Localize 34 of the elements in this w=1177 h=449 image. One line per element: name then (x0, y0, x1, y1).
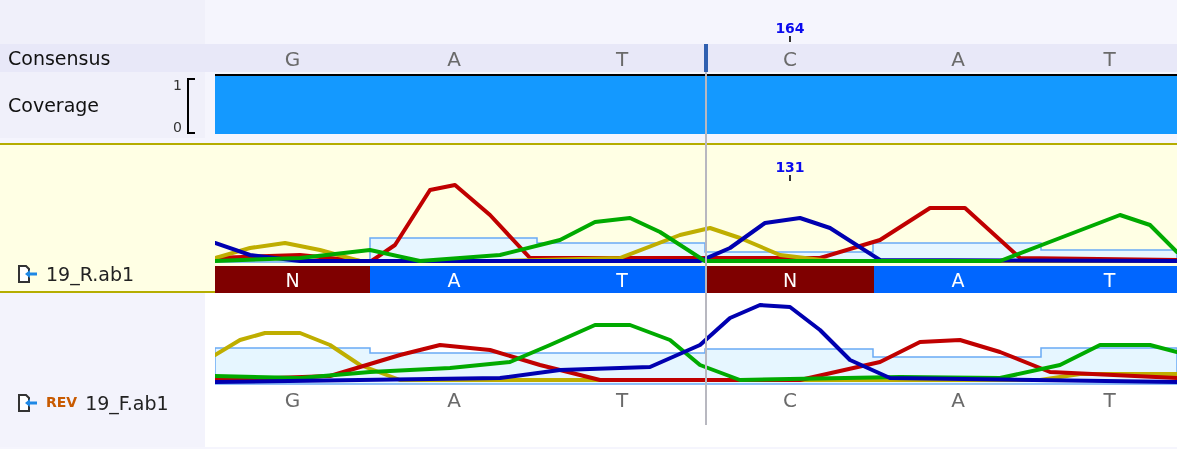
base-letter: A (951, 387, 965, 414)
file-name: 19_F.ab1 (85, 390, 169, 417)
position-label: 131 (775, 159, 805, 175)
axis-label: 0 (173, 120, 182, 134)
file-name: 19_R.ab1 (46, 261, 135, 288)
base-letter: A (447, 46, 461, 73)
file-arrow-icon (18, 265, 38, 283)
base-letter: T (1103, 46, 1116, 73)
base-letter: C (783, 46, 797, 73)
base-call: T (1042, 266, 1177, 295)
base-letter: T (615, 46, 629, 73)
track-label: Consensus (8, 45, 111, 71)
file-arrow-icon (18, 394, 38, 412)
base-letter: G (284, 46, 301, 73)
position-label: 164 (775, 20, 805, 36)
track-label: Coverage (8, 92, 100, 118)
read-row[interactable]: 19_R.ab1 131 N A T N A T (0, 143, 1177, 293)
base-letter: G (284, 387, 301, 414)
base-letter: A (951, 46, 965, 73)
base-call: T (538, 266, 706, 295)
base-letter: T (1103, 387, 1116, 414)
base-letter: T (615, 387, 629, 414)
axis-label: 1 (173, 78, 182, 92)
axis-bracket (187, 78, 195, 134)
base-call: N (215, 266, 370, 295)
base-letter: A (447, 387, 461, 414)
base-letter: C (783, 387, 797, 414)
tick-mark (789, 36, 791, 42)
tick-mark (789, 175, 791, 181)
direction-tag: REV (46, 392, 78, 413)
cursor-marker[interactable] (704, 44, 708, 72)
base-call: A (370, 266, 538, 295)
base-call: A (874, 266, 1042, 295)
base-call: N (706, 266, 874, 295)
